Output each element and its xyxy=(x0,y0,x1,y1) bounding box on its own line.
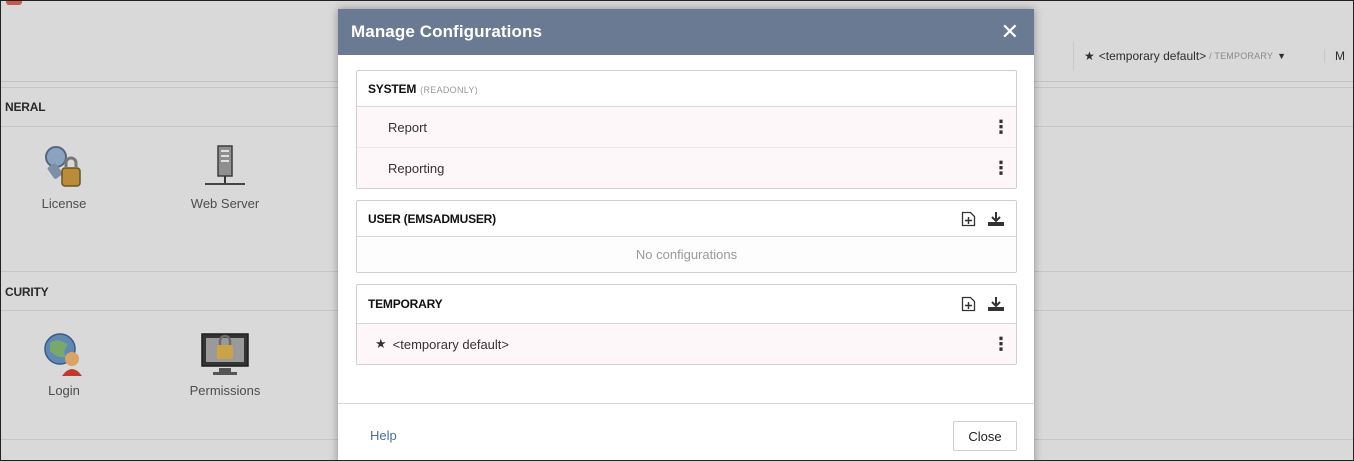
config-row-temporary-default[interactable]: ★ <temporary default> ⋮ xyxy=(357,324,1016,364)
manage-configurations-dialog: Manage Configurations ✕ SYSTEM (READONLY)… xyxy=(338,9,1034,460)
panel-title-user: USER (EMSADMUSER) xyxy=(368,211,496,226)
tile-web-server[interactable]: Web Server xyxy=(175,144,275,211)
caret-down-icon: ▼ xyxy=(1277,51,1286,61)
dialog-title: Manage Configurations xyxy=(351,22,542,41)
tile-label-web-server: Web Server xyxy=(190,196,260,211)
login-icon xyxy=(44,333,82,376)
star-icon: ★ xyxy=(1084,49,1095,63)
dialog-header: Manage Configurations ✕ xyxy=(338,9,1034,55)
add-configuration-icon[interactable] xyxy=(959,210,977,228)
tile-login[interactable]: Login xyxy=(14,331,114,398)
more-options-icon[interactable]: ⋮ xyxy=(986,335,1016,353)
close-icon[interactable]: ✕ xyxy=(1001,19,1019,45)
app-window: NERAL License Web Server CURITY Login Pe… xyxy=(0,0,1354,461)
panel-actions-user xyxy=(959,210,1005,228)
config-name: <temporary default> xyxy=(392,336,510,352)
current-configuration: <temporary default> xyxy=(1098,49,1207,63)
star-icon: ★ xyxy=(375,336,387,351)
config-row-report[interactable]: Report ⋮ xyxy=(357,107,1016,148)
panel-title-text: SYSTEM xyxy=(368,81,417,96)
tile-license[interactable]: License xyxy=(14,144,114,211)
configuration-scope: / TEMPORARY xyxy=(1209,51,1274,61)
config-name: Reporting xyxy=(388,160,445,176)
tile-label-login: Login xyxy=(48,383,80,398)
readonly-tag: (READONLY) xyxy=(420,84,478,95)
panel-header-user: USER (EMSADMUSER) xyxy=(357,201,1016,237)
panel-temporary: TEMPORARY ★ <temporary default> ⋮ xyxy=(356,284,1017,365)
config-row-reporting[interactable]: Reporting ⋮ xyxy=(357,148,1016,188)
panel-user: USER (EMSADMUSER) No configurations xyxy=(356,200,1017,273)
section-title-security: CURITY xyxy=(5,285,49,299)
tile-label-license: License xyxy=(41,196,87,211)
configuration-selector[interactable]: ★ <temporary default> / TEMPORARY ▼ M xyxy=(1073,41,1345,71)
empty-state: No configurations xyxy=(357,237,1016,272)
import-configuration-icon[interactable] xyxy=(987,210,1005,228)
license-icon xyxy=(45,146,81,187)
add-configuration-icon[interactable] xyxy=(959,295,977,313)
tile-label-permissions: Permissions xyxy=(189,383,261,398)
panel-header-temporary: TEMPORARY xyxy=(357,285,1016,324)
brand-mark xyxy=(6,1,22,5)
dialog-footer: Help Close xyxy=(338,403,1034,460)
section-title-general: NERAL xyxy=(5,100,46,114)
more-options-icon[interactable]: ⋮ xyxy=(986,159,1016,177)
more-options-icon[interactable]: ⋮ xyxy=(986,118,1016,136)
close-button[interactable]: Close xyxy=(953,421,1017,451)
import-configuration-icon[interactable] xyxy=(987,295,1005,313)
config-label: ★ <temporary default> xyxy=(357,336,986,352)
dialog-body: SYSTEM (READONLY) Report ⋮ Reporting ⋮ US… xyxy=(356,70,1017,376)
web-server-icon xyxy=(205,145,245,185)
panel-system: SYSTEM (READONLY) Report ⋮ Reporting ⋮ xyxy=(356,70,1017,189)
toolbar-extra-label[interactable]: M xyxy=(1324,49,1345,63)
panel-actions-temporary xyxy=(959,295,1005,313)
panel-header-system: SYSTEM (READONLY) xyxy=(357,71,1016,107)
panel-title-temporary: TEMPORARY xyxy=(368,297,443,311)
panel-title-system: SYSTEM (READONLY) xyxy=(368,82,1005,96)
permissions-icon xyxy=(201,333,249,375)
help-link[interactable]: Help xyxy=(370,428,397,443)
tile-permissions[interactable]: Permissions xyxy=(175,331,275,398)
config-name: Report xyxy=(388,119,428,135)
